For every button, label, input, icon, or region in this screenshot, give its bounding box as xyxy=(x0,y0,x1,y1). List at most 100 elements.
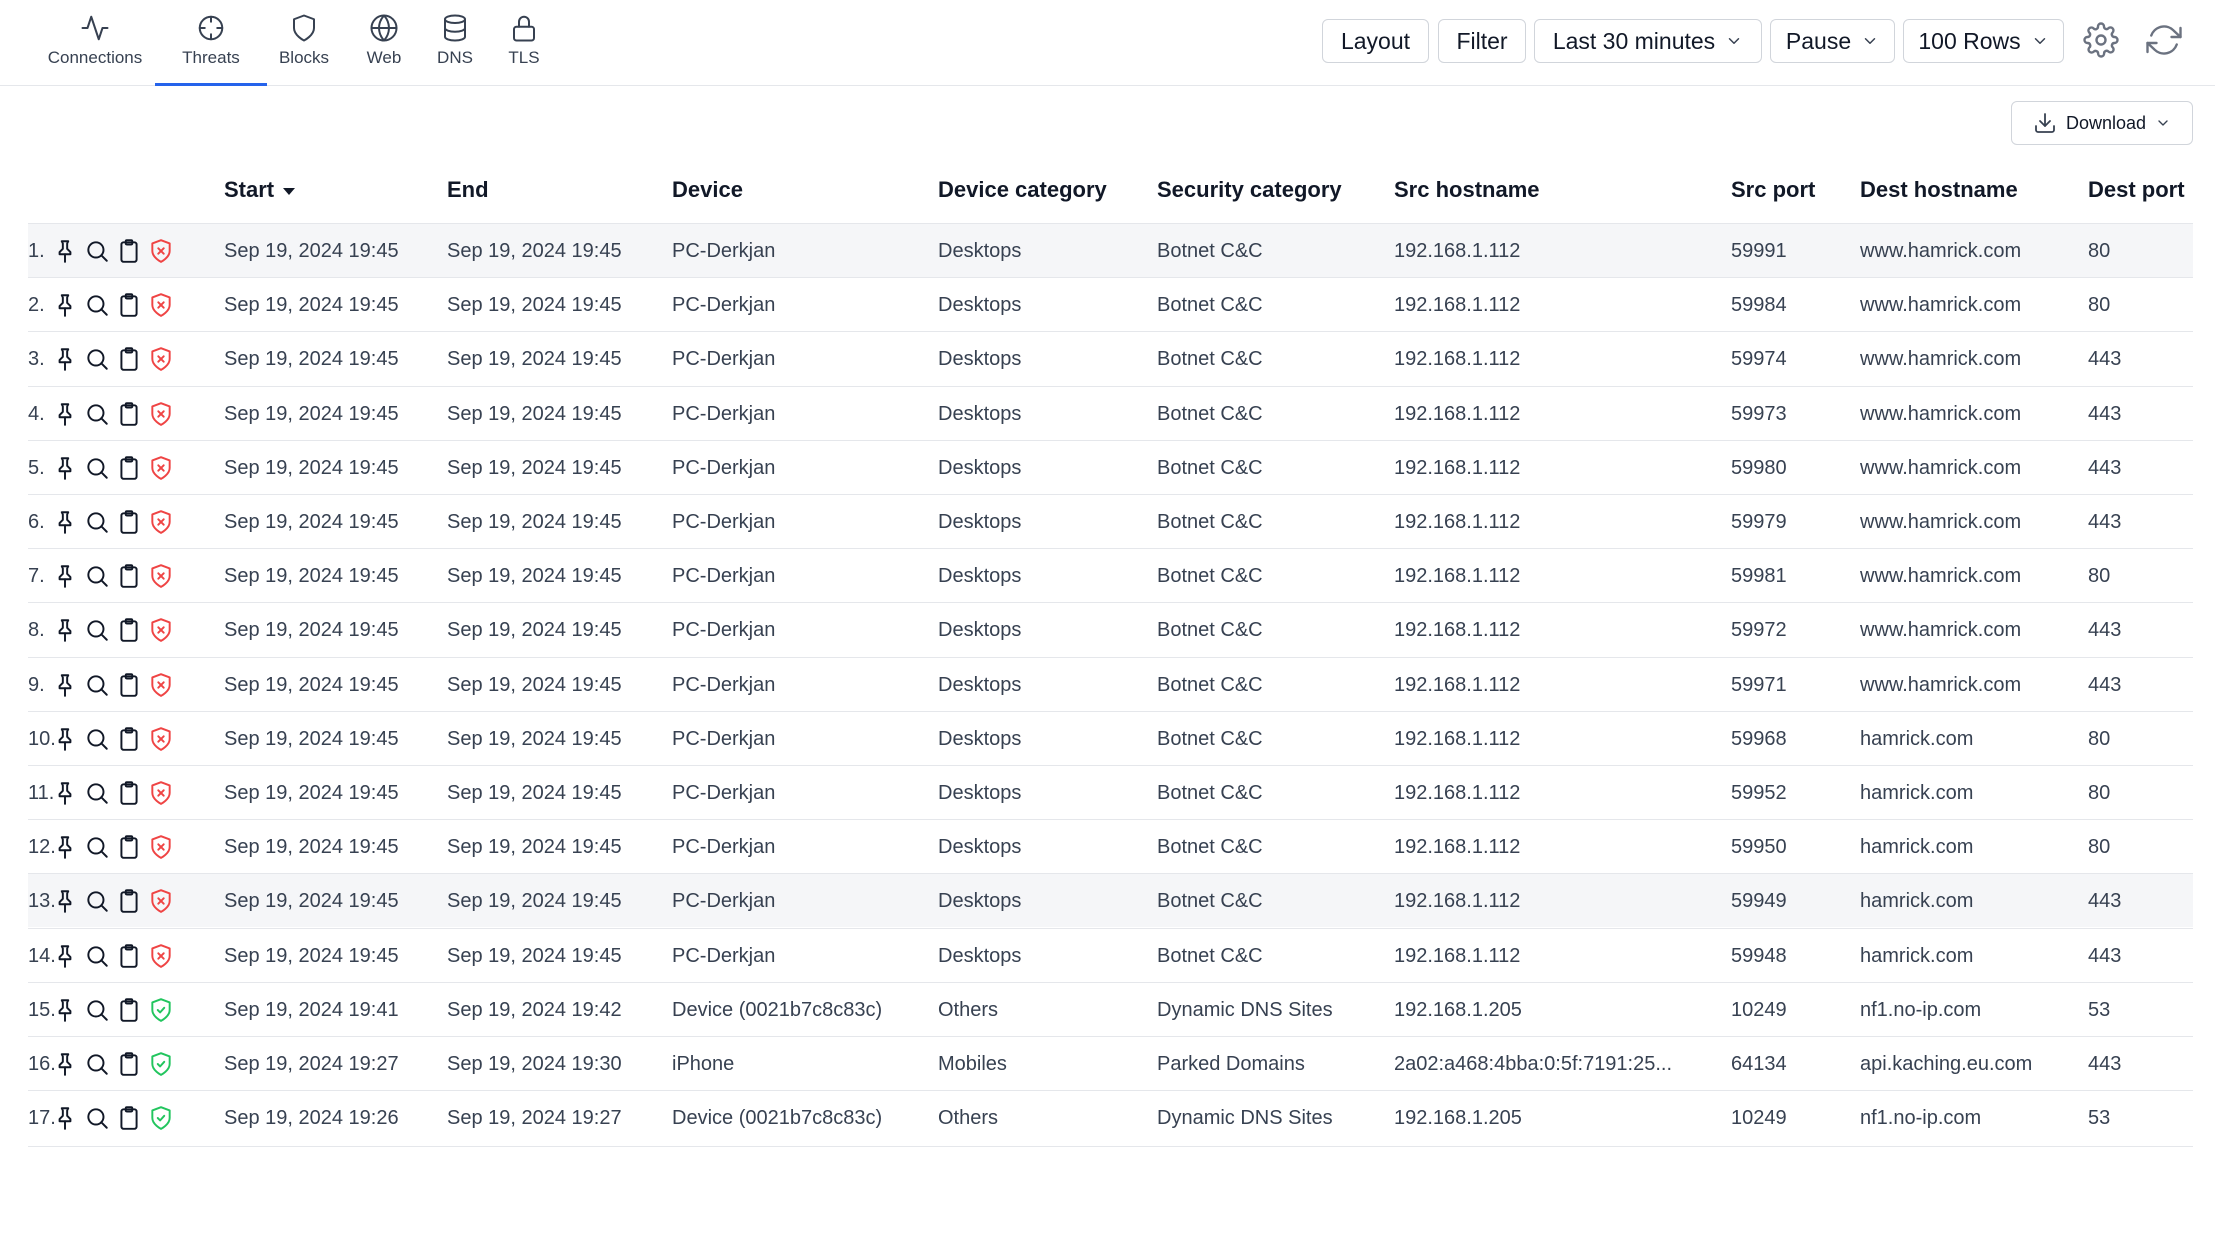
search-icon[interactable] xyxy=(84,672,110,698)
table-row[interactable]: 1. Sep 19, 2024 19:45 Sep 19, 2024 19:45 PC… xyxy=(28,223,2193,277)
table-row[interactable]: 15. Sep 19, 2024 19:41 Sep 19, 2024 19:42 D… xyxy=(28,981,2193,1036)
download-button[interactable]: Download xyxy=(2011,101,2193,145)
table-row[interactable]: 11. Sep 19, 2024 19:45 Sep 19, 2024 19:45 P… xyxy=(28,765,2193,819)
clipboard-icon[interactable] xyxy=(116,563,142,589)
pin-icon[interactable] xyxy=(52,455,78,481)
search-icon[interactable] xyxy=(84,1105,110,1131)
shield-x-icon[interactable] xyxy=(148,292,174,318)
shield-x-icon[interactable] xyxy=(148,455,174,481)
rows-dropdown[interactable]: 100 Rows xyxy=(1903,19,2064,63)
clipboard-icon[interactable] xyxy=(116,997,142,1023)
search-icon[interactable] xyxy=(84,617,110,643)
table-row[interactable]: 10. Sep 19, 2024 19:45 Sep 19, 2024 19:45 P… xyxy=(28,710,2193,765)
table-row[interactable]: 17. Sep 19, 2024 19:26 Sep 19, 2024 19:27 D… xyxy=(28,1090,2193,1144)
tab-tls[interactable]: TLS xyxy=(479,0,569,86)
table-row[interactable]: 7. Sep 19, 2024 19:45 Sep 19, 2024 19:45 PC… xyxy=(28,548,2193,602)
column-header-src-hostname[interactable]: Src hostname xyxy=(1394,177,1540,203)
column-header-device-category[interactable]: Device category xyxy=(938,177,1107,203)
shield-x-icon[interactable] xyxy=(148,563,174,589)
pin-icon[interactable] xyxy=(52,780,78,806)
search-icon[interactable] xyxy=(84,401,110,427)
clipboard-icon[interactable] xyxy=(116,292,142,318)
pin-icon[interactable] xyxy=(52,238,78,264)
pin-icon[interactable] xyxy=(52,726,78,752)
shield-x-icon[interactable] xyxy=(148,346,174,372)
search-icon[interactable] xyxy=(84,292,110,318)
settings-button[interactable] xyxy=(2083,22,2119,58)
tab-blocks[interactable]: Blocks xyxy=(259,0,349,86)
refresh-button[interactable] xyxy=(2146,22,2182,58)
search-icon[interactable] xyxy=(84,780,110,806)
search-icon[interactable] xyxy=(84,238,110,264)
clipboard-icon[interactable] xyxy=(116,455,142,481)
clipboard-icon[interactable] xyxy=(116,401,142,427)
table-row[interactable]: 5. Sep 19, 2024 19:45 Sep 19, 2024 19:45 PC… xyxy=(28,439,2193,494)
search-icon[interactable] xyxy=(84,997,110,1023)
table-row[interactable]: 16. Sep 19, 2024 19:27 Sep 19, 2024 19:30 i… xyxy=(28,1036,2193,1090)
table-row[interactable]: 13. Sep 19, 2024 19:45 Sep 19, 2024 19:45 P… xyxy=(28,873,2193,928)
table-row[interactable]: 12. Sep 19, 2024 19:45 Sep 19, 2024 19:45 P… xyxy=(28,819,2193,873)
search-icon[interactable] xyxy=(84,509,110,535)
search-icon[interactable] xyxy=(84,943,110,969)
pin-icon[interactable] xyxy=(52,563,78,589)
pin-icon[interactable] xyxy=(52,888,78,914)
clipboard-icon[interactable] xyxy=(116,346,142,372)
clipboard-icon[interactable] xyxy=(116,943,142,969)
table-row[interactable]: 8. Sep 19, 2024 19:45 Sep 19, 2024 19:45 PC… xyxy=(28,602,2193,656)
pin-icon[interactable] xyxy=(52,346,78,372)
column-header-dest-hostname[interactable]: Dest hostname xyxy=(1860,177,2018,203)
clipboard-icon[interactable] xyxy=(116,726,142,752)
table-row[interactable]: 9. Sep 19, 2024 19:45 Sep 19, 2024 19:45 PC… xyxy=(28,656,2193,711)
clipboard-icon[interactable] xyxy=(116,617,142,643)
clipboard-icon[interactable] xyxy=(116,834,142,860)
table-row[interactable]: 14. Sep 19, 2024 19:45 Sep 19, 2024 19:45 P… xyxy=(28,927,2193,982)
table-row[interactable]: 2. Sep 19, 2024 19:45 Sep 19, 2024 19:45 PC… xyxy=(28,277,2193,331)
clipboard-icon[interactable] xyxy=(116,1051,142,1077)
pin-icon[interactable] xyxy=(52,509,78,535)
search-icon[interactable] xyxy=(84,455,110,481)
tab-threats[interactable]: Threats xyxy=(155,0,267,86)
shield-x-icon[interactable] xyxy=(148,401,174,427)
clipboard-icon[interactable] xyxy=(116,509,142,535)
search-icon[interactable] xyxy=(84,726,110,752)
pin-icon[interactable] xyxy=(52,672,78,698)
pin-icon[interactable] xyxy=(52,292,78,318)
search-icon[interactable] xyxy=(84,888,110,914)
clipboard-icon[interactable] xyxy=(116,238,142,264)
search-icon[interactable] xyxy=(84,834,110,860)
time-range-dropdown[interactable]: Last 30 minutes xyxy=(1534,19,1762,63)
column-header-end[interactable]: End xyxy=(447,177,489,203)
clipboard-icon[interactable] xyxy=(116,888,142,914)
shield-x-icon[interactable] xyxy=(148,672,174,698)
search-icon[interactable] xyxy=(84,346,110,372)
column-header-device[interactable]: Device xyxy=(672,177,743,203)
pin-icon[interactable] xyxy=(52,943,78,969)
pin-icon[interactable] xyxy=(52,617,78,643)
column-header-security-category[interactable]: Security category xyxy=(1157,177,1342,203)
pin-icon[interactable] xyxy=(52,997,78,1023)
shield-check-icon[interactable] xyxy=(148,997,174,1023)
search-icon[interactable] xyxy=(84,563,110,589)
shield-x-icon[interactable] xyxy=(148,726,174,752)
pin-icon[interactable] xyxy=(52,1051,78,1077)
shield-x-icon[interactable] xyxy=(148,943,174,969)
filter-button[interactable]: Filter xyxy=(1438,19,1526,63)
shield-check-icon[interactable] xyxy=(148,1051,174,1077)
clipboard-icon[interactable] xyxy=(116,1105,142,1131)
table-row[interactable]: 3. Sep 19, 2024 19:45 Sep 19, 2024 19:45 PC… xyxy=(28,331,2193,385)
tab-connections[interactable]: Connections xyxy=(48,0,142,86)
shield-check-icon[interactable] xyxy=(148,1105,174,1131)
search-icon[interactable] xyxy=(84,1051,110,1077)
shield-x-icon[interactable] xyxy=(148,780,174,806)
layout-button[interactable]: Layout xyxy=(1322,19,1429,63)
clipboard-icon[interactable] xyxy=(116,672,142,698)
pin-icon[interactable] xyxy=(52,834,78,860)
shield-x-icon[interactable] xyxy=(148,238,174,264)
shield-x-icon[interactable] xyxy=(148,888,174,914)
pin-icon[interactable] xyxy=(52,401,78,427)
pause-dropdown[interactable]: Pause xyxy=(1770,19,1895,63)
column-header-src-port[interactable]: Src port xyxy=(1731,177,1815,203)
shield-x-icon[interactable] xyxy=(148,617,174,643)
table-row[interactable]: 4. Sep 19, 2024 19:45 Sep 19, 2024 19:45 PC… xyxy=(28,385,2193,440)
pin-icon[interactable] xyxy=(52,1105,78,1131)
